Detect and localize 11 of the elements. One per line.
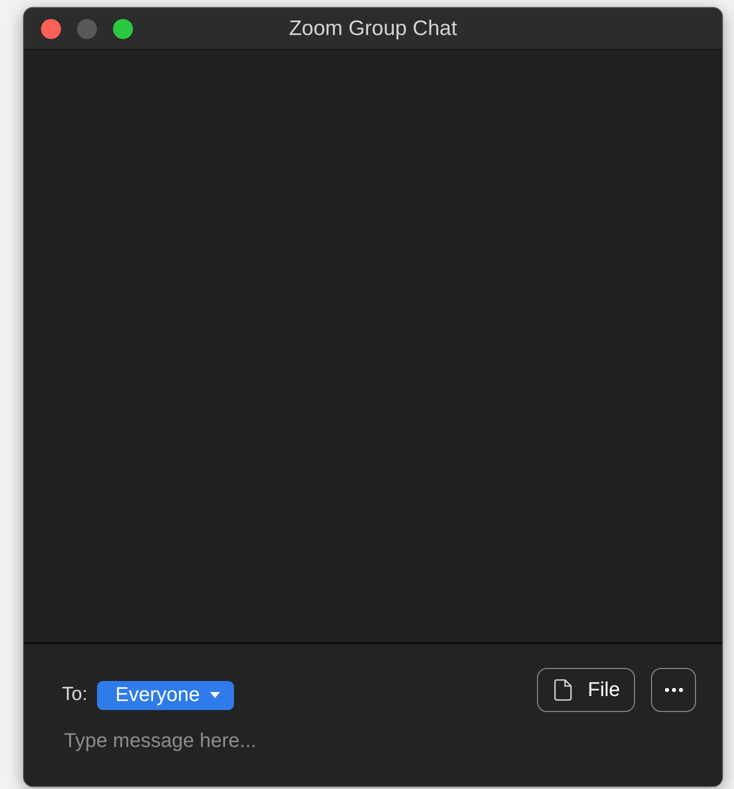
more-icon xyxy=(664,688,684,692)
window-title: Zoom Group Chat xyxy=(288,16,458,40)
recipient-dropdown[interactable]: Everyone xyxy=(97,680,234,710)
more-button[interactable] xyxy=(651,668,696,712)
document-icon xyxy=(554,679,572,701)
caret-icon xyxy=(210,692,220,698)
zoom-button[interactable] xyxy=(113,18,133,38)
file-button[interactable]: File xyxy=(536,668,635,712)
recipient-label: To: xyxy=(62,684,88,706)
close-button[interactable] xyxy=(41,18,61,38)
message-input[interactable]: Type message here... xyxy=(62,726,466,757)
